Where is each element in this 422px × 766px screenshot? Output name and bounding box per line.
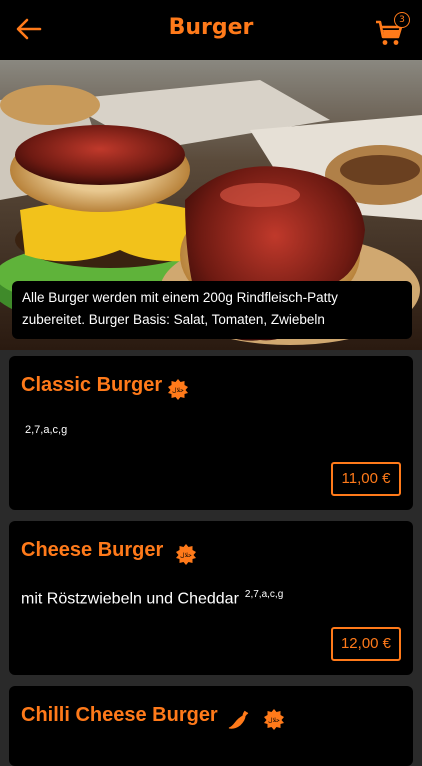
hero-caption: Alle Burger werden mit einem 200g Rindfl… <box>12 281 412 339</box>
menu-item-card[interactable]: Cheese Burger حلال mit Röstzwiebeln und … <box>9 521 413 675</box>
chili-icon <box>228 710 249 729</box>
svg-text:حلال: حلال <box>268 717 280 724</box>
halal-icon: حلال <box>264 709 284 730</box>
halal-icon: حلال <box>168 379 188 400</box>
menu-item-card[interactable]: Chilli Cheese Burger حلال <box>9 686 413 766</box>
cart-button[interactable]: 3 <box>374 12 410 46</box>
page-title: Burger <box>168 15 254 40</box>
price-button[interactable]: 11,00 € <box>331 462 401 496</box>
svg-text:حلال: حلال <box>172 387 184 394</box>
item-name: Classic Burger <box>21 374 163 396</box>
arrow-left-icon <box>16 18 42 40</box>
back-button[interactable] <box>14 14 44 44</box>
item-name: Cheese Burger <box>21 539 164 561</box>
item-name: Chilli Cheese Burger <box>21 704 218 726</box>
item-description: mit Röstzwiebeln und Cheddar 2,7,a,c,g <box>21 589 283 608</box>
allergen-codes: 2,7,a,c,g <box>244 589 284 600</box>
allergen-codes: 2,7,a,c,g <box>25 424 68 436</box>
svg-text:حلال: حلال <box>180 552 192 559</box>
cart-count-badge: 3 <box>394 12 410 28</box>
price-button[interactable]: 12,00 € <box>331 627 401 661</box>
menu-item-card[interactable]: Classic Burger حلال 2,7,a,c,g 11,00 € <box>9 356 413 510</box>
halal-icon: حلال <box>176 544 196 565</box>
description-text: mit Röstzwiebeln und Cheddar <box>21 590 239 608</box>
top-bar: Burger 3 <box>0 0 422 60</box>
